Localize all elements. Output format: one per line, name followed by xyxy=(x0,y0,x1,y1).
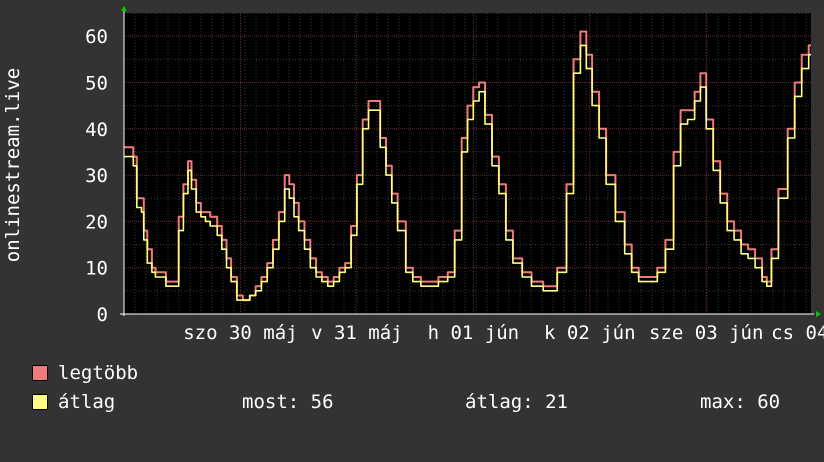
x-tick-label: cs 04 jún xyxy=(771,322,824,344)
y-tick-label: 60 xyxy=(85,26,108,48)
x-axis-arrow-icon xyxy=(816,311,821,317)
y-tick-label: 0 xyxy=(97,304,108,326)
x-tick-label: sze 03 jún xyxy=(649,322,763,344)
legend-item-legtobb: legtöbb xyxy=(32,361,138,385)
x-tick-label: h 01 jún xyxy=(428,322,520,344)
legend-item-atlag: átlag xyxy=(32,390,115,414)
legend-swatch-legtobb xyxy=(32,365,48,381)
legend-label-atlag: átlag xyxy=(58,391,116,413)
y-tick-label: 40 xyxy=(85,119,108,141)
legend-swatch-atlag xyxy=(32,394,48,410)
x-tick-label: k 02 jún xyxy=(544,322,636,344)
y-axis-arrow-icon xyxy=(121,6,127,11)
y-axis-label: onlinestream.live xyxy=(2,68,24,262)
stat-current: most: 56 xyxy=(242,391,334,413)
y-tick-label: 10 xyxy=(85,258,108,280)
y-tick-label: 50 xyxy=(85,72,108,94)
legend-label-legtobb: legtöbb xyxy=(58,362,139,384)
stat-average: átlag: 21 xyxy=(465,391,568,413)
x-tick-label: szo 30 máj xyxy=(183,322,297,344)
y-tick-label: 30 xyxy=(85,165,108,187)
y-tick-label: 20 xyxy=(85,211,108,233)
plot-area xyxy=(124,13,811,314)
x-tick-label: v 31 máj xyxy=(311,322,403,344)
stat-max: max: 60 xyxy=(700,391,781,413)
